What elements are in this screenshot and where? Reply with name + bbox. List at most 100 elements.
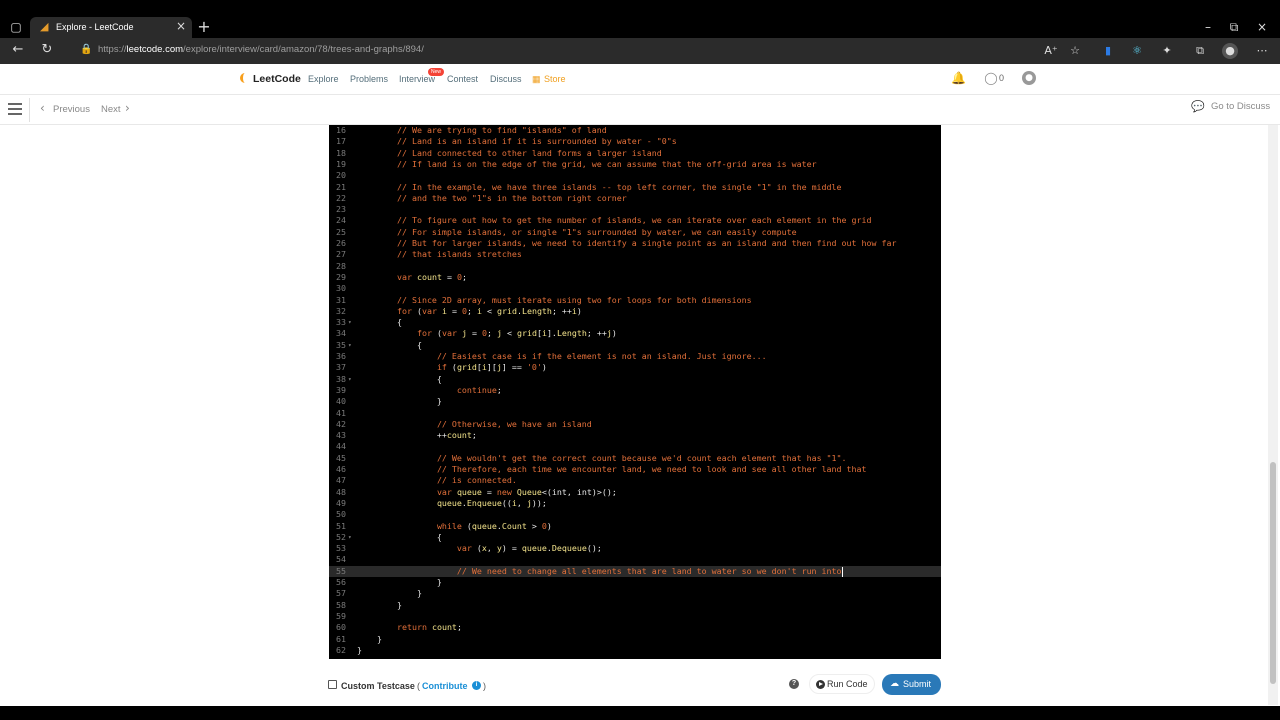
code-line[interactable]: 30	[329, 283, 941, 294]
go-to-discuss-link[interactable]: Go to Discuss	[1211, 101, 1270, 112]
url-text[interactable]: https://leetcode.com/explore/interview/c…	[98, 44, 424, 55]
code-line[interactable]: 22 // and the two "1"s in the bottom rig…	[329, 193, 941, 204]
code-line[interactable]: 50	[329, 509, 941, 520]
minimize-icon[interactable]: –	[1198, 17, 1218, 37]
code-line[interactable]: 58 }	[329, 600, 941, 611]
more-icon[interactable]: ⋯	[1254, 43, 1270, 59]
code-line[interactable]: 45 // We wouldn't get the correct count …	[329, 453, 941, 464]
fold-icon[interactable]: ▾	[348, 317, 352, 328]
hamburger-icon[interactable]	[8, 103, 22, 115]
bell-icon[interactable]: 🔔	[951, 71, 966, 85]
plus-icon[interactable]: +	[196, 18, 212, 36]
nav-explore[interactable]: Explore	[308, 74, 339, 84]
code-line[interactable]: 28	[329, 261, 941, 272]
next-link[interactable]: Next	[101, 104, 121, 115]
code-line[interactable]: 56 }	[329, 577, 941, 588]
code-line[interactable]: 34 for (var j = 0; j < grid[i].Length; +…	[329, 328, 941, 339]
code-editor[interactable]: 16 // We are trying to find "islands" of…	[329, 125, 941, 659]
code-text: continue;	[456, 384, 502, 395]
code-line[interactable]: 49 queue.Enqueue((i, j));	[329, 498, 941, 509]
run-code-label[interactable]: Run Code	[827, 679, 868, 689]
scrollbar-thumb[interactable]	[1270, 462, 1276, 684]
chevron-left-icon[interactable]: ‹	[40, 101, 45, 115]
user-icon[interactable]: ●	[1022, 71, 1036, 85]
code-line[interactable]: 17 // Land is an island if it is surroun…	[329, 136, 941, 147]
line-number: 37	[336, 362, 346, 373]
react-devtools-icon[interactable]: ⚛	[1129, 43, 1145, 59]
store-icon[interactable]: ▦	[532, 74, 541, 85]
extension-icon[interactable]: ▮	[1100, 43, 1116, 59]
code-line[interactable]: 25 // For simple islands, or single "1"s…	[329, 227, 941, 238]
read-aloud-icon[interactable]: A⁺	[1043, 43, 1059, 59]
code-line[interactable]: 26 // But for larger islands, we need to…	[329, 238, 941, 249]
code-line[interactable]: 37 if (grid[i][j] == '0')	[329, 362, 941, 373]
code-line[interactable]: 36 // Easiest case is if the element is …	[329, 351, 941, 362]
puzzle-icon[interactable]: ✦	[1159, 43, 1175, 59]
code-line[interactable]: 18 // Land connected to other land forms…	[329, 148, 941, 159]
code-line[interactable]: 23	[329, 204, 941, 215]
code-line[interactable]: 32 for (var i = 0; i < grid.Length; ++i)	[329, 306, 941, 317]
previous-link[interactable]: Previous	[53, 104, 90, 115]
code-line[interactable]: 51 while (queue.Count > 0)	[329, 521, 941, 532]
logo-text[interactable]: LeetCode	[253, 73, 301, 85]
fold-icon[interactable]: ▾	[348, 532, 352, 543]
code-line[interactable]: 54	[329, 554, 941, 565]
code-line[interactable]: 43 ++count;	[329, 430, 941, 441]
code-line[interactable]: 62}	[329, 645, 941, 656]
contribute-link[interactable]: Contribute	[422, 681, 468, 691]
code-line[interactable]: 47 // is connected.	[329, 475, 941, 486]
nav-discuss[interactable]: Discuss	[490, 74, 522, 84]
refresh-icon[interactable]: ↻	[38, 41, 56, 59]
fold-icon[interactable]: ▾	[348, 374, 352, 385]
nav-contest[interactable]: Contest	[447, 74, 478, 84]
nav-problems[interactable]: Problems	[350, 74, 388, 84]
submit-label[interactable]: Submit	[903, 679, 931, 689]
code-line[interactable]: 41	[329, 408, 941, 419]
nav-store[interactable]: Store	[544, 74, 566, 84]
code-line[interactable]: 33 ▾ {	[329, 317, 941, 328]
code-line[interactable]: 46 // Therefore, each time we encounter …	[329, 464, 941, 475]
code-line[interactable]: 42 // Otherwise, we have an island	[329, 419, 941, 430]
code-line[interactable]: 38 ▾ {	[329, 374, 941, 385]
collections-icon[interactable]: ⧉	[1192, 43, 1208, 59]
code-line[interactable]: 53 var (x, y) = queue.Dequeue();	[329, 543, 941, 554]
code-line[interactable]: 39 continue;	[329, 385, 941, 396]
code-text: // To figure out how to get the number o…	[396, 215, 872, 226]
browser-tab[interactable]: ◢ Explore - LeetCode ×	[30, 17, 192, 38]
fire-icon[interactable]: ◯	[984, 71, 998, 85]
close-icon[interactable]: ×	[176, 19, 186, 33]
line-number: 45	[336, 452, 346, 463]
chat-icon[interactable]: 💬	[1191, 100, 1205, 113]
code-line[interactable]: 35 ▾ {	[329, 340, 941, 351]
window-icon[interactable]: ▢	[6, 17, 26, 37]
custom-testcase-checkbox[interactable]	[328, 680, 337, 689]
code-line[interactable]: 59	[329, 611, 941, 622]
info-icon[interactable]: i	[472, 681, 481, 690]
code-line[interactable]: 61 }	[329, 634, 941, 645]
code-line[interactable]: 57 }	[329, 588, 941, 599]
window-close-icon[interactable]: ×	[1252, 17, 1272, 37]
favorite-icon[interactable]: ☆	[1067, 43, 1083, 59]
profile-icon[interactable]: ●	[1222, 43, 1238, 59]
code-line[interactable]: 60 return count;	[329, 622, 941, 633]
custom-testcase-label[interactable]: Custom Testcase	[341, 681, 415, 691]
code-line[interactable]: 21 // In the example, we have three isla…	[329, 182, 941, 193]
code-line[interactable]: 31 // Since 2D array, must iterate using…	[329, 295, 941, 306]
chevron-right-icon[interactable]: ›	[125, 101, 130, 115]
code-line[interactable]: 40 }	[329, 396, 941, 407]
code-line[interactable]: 27 // that islands stretches	[329, 249, 941, 260]
code-line[interactable]: 29 var count = 0;	[329, 272, 941, 283]
code-line[interactable]: 16 // We are trying to find "islands" of…	[329, 125, 941, 136]
fold-icon[interactable]: ▾	[348, 340, 352, 351]
code-line[interactable]: 44	[329, 441, 941, 452]
code-line[interactable]: 20	[329, 170, 941, 181]
code-line[interactable]: 55 // We need to change all elements tha…	[329, 565, 941, 577]
code-line[interactable]: 52 ▾ {	[329, 532, 941, 543]
code-line[interactable]: 48 var queue = new Queue<(int, int)>();	[329, 487, 941, 498]
code-line[interactable]: 19 // If land is on the edge of the grid…	[329, 159, 941, 170]
help-icon[interactable]: ?	[789, 679, 799, 689]
code-line[interactable]: 24 // To figure out how to get the numbe…	[329, 215, 941, 226]
leetcode-logo-icon[interactable]	[238, 71, 250, 85]
back-icon[interactable]: ←	[9, 41, 27, 59]
maximize-icon[interactable]: ⧉	[1224, 17, 1244, 37]
